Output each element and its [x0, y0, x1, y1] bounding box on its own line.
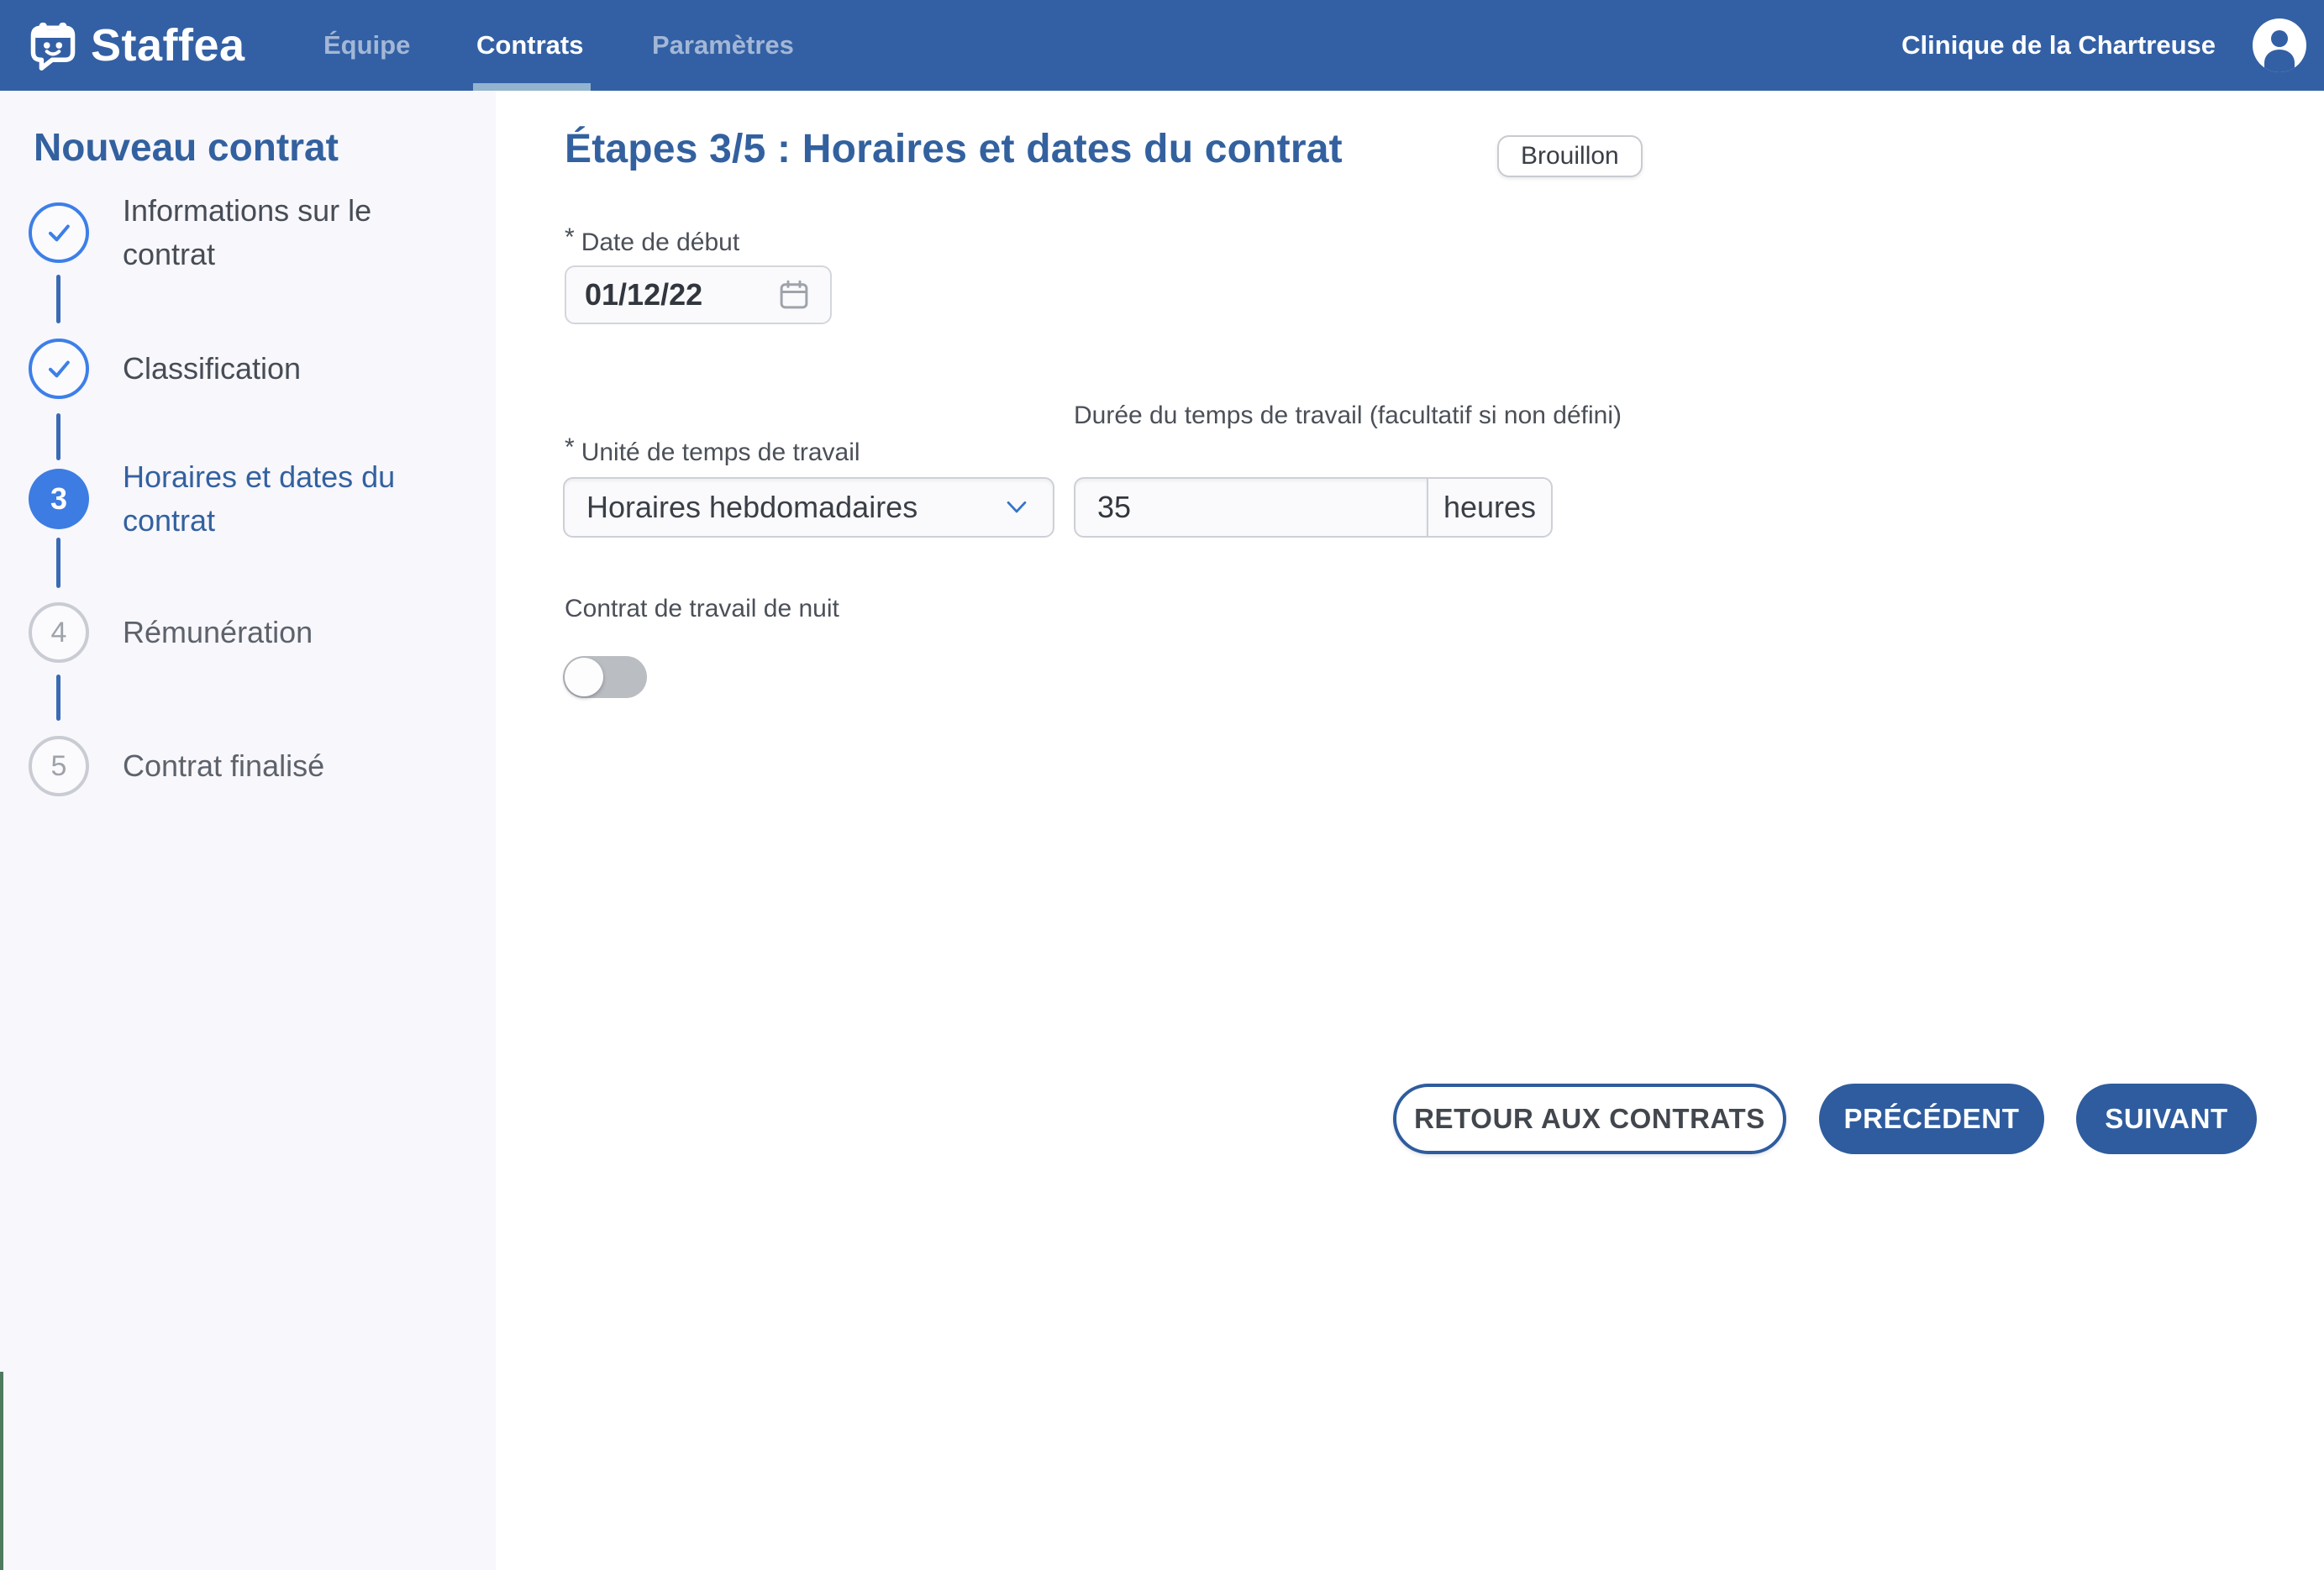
step-todo-circle: 5 [29, 736, 89, 796]
status-badge: Brouillon [1497, 135, 1643, 177]
wizard-title: Nouveau contrat [34, 124, 339, 170]
duration-unit-addon: heures [1427, 477, 1553, 538]
brand-name: Staffea [91, 19, 245, 71]
night-contract-label: Contrat de travail de nuit [565, 595, 839, 623]
step-horaires-dates[interactable]: 3 Horaires et dates du contrat [29, 469, 442, 529]
top-navbar: Staffea Équipe Contrats Paramètres Clini… [0, 0, 2324, 91]
previous-button[interactable]: PRÉCÉDENT [1819, 1084, 2044, 1154]
required-mark: * [565, 433, 575, 461]
step-form-panel: Étapes 3/5 : Horaires et dates du contra… [496, 91, 2324, 1570]
step-label: Rémunération [123, 611, 313, 654]
left-edge-strip [0, 1372, 3, 1570]
next-button[interactable]: SUIVANT [2076, 1084, 2257, 1154]
work-time-unit-select[interactable]: Horaires hebdomadaires [563, 477, 1054, 538]
step-heading: Étapes 3/5 : Horaires et dates du contra… [565, 126, 1343, 172]
step-label: Contrat finalisé [123, 744, 324, 788]
night-contract-toggle[interactable] [563, 656, 647, 698]
step-connector [56, 275, 60, 323]
step-connector [56, 413, 60, 460]
step-informations-contrat[interactable]: Informations sur le contrat [29, 202, 442, 263]
duration-input[interactable] [1097, 490, 1405, 525]
chevron-down-icon [1002, 493, 1031, 522]
work-time-unit-value: Horaires hebdomadaires [586, 490, 1002, 525]
check-icon [42, 352, 76, 386]
back-to-contracts-button[interactable]: RETOUR AUX CONTRATS [1393, 1084, 1786, 1154]
step-contrat-finalise[interactable]: 5 Contrat finalisé [29, 736, 324, 796]
user-avatar-icon[interactable] [2253, 18, 2306, 72]
account-name: Clinique de la Chartreuse [1901, 0, 2216, 91]
nav-item-equipe[interactable]: Équipe [323, 0, 410, 91]
start-date-label: *Date de début [565, 223, 739, 257]
calendar-icon[interactable] [776, 277, 812, 312]
staffea-logo[interactable]: Staffea [29, 0, 245, 91]
step-done-circle [29, 339, 89, 399]
toggle-knob [565, 658, 603, 696]
step-active-circle: 3 [29, 469, 89, 529]
staffea-bubble-calendar-icon [29, 19, 77, 71]
nav-item-parametres[interactable]: Paramètres [652, 0, 794, 91]
duration-input-wrap[interactable] [1074, 477, 1427, 538]
active-tab-underline [473, 83, 591, 91]
step-done-circle [29, 202, 89, 263]
start-date-field[interactable] [565, 265, 832, 324]
work-time-duration-field: heures [1074, 477, 1553, 538]
step-connector [56, 538, 60, 588]
check-icon [42, 216, 76, 249]
start-date-input[interactable] [585, 277, 776, 312]
nav-item-contrats[interactable]: Contrats [476, 0, 583, 91]
step-remuneration[interactable]: 4 Rémunération [29, 602, 313, 663]
step-label: Informations sur le contrat [123, 189, 442, 276]
required-mark: * [565, 223, 575, 251]
step-label: Horaires et dates du contrat [123, 455, 442, 543]
step-todo-circle: 4 [29, 602, 89, 663]
wizard-sidebar: Nouveau contrat Informations sur le cont… [0, 91, 496, 1570]
step-connector [56, 675, 60, 721]
step-label: Classification [123, 347, 301, 391]
work-time-duration-label: Durée du temps de travail (facultatif si… [1074, 395, 1679, 437]
work-time-unit-label: *Unité de temps de travail [565, 433, 860, 467]
step-classification[interactable]: Classification [29, 339, 301, 399]
